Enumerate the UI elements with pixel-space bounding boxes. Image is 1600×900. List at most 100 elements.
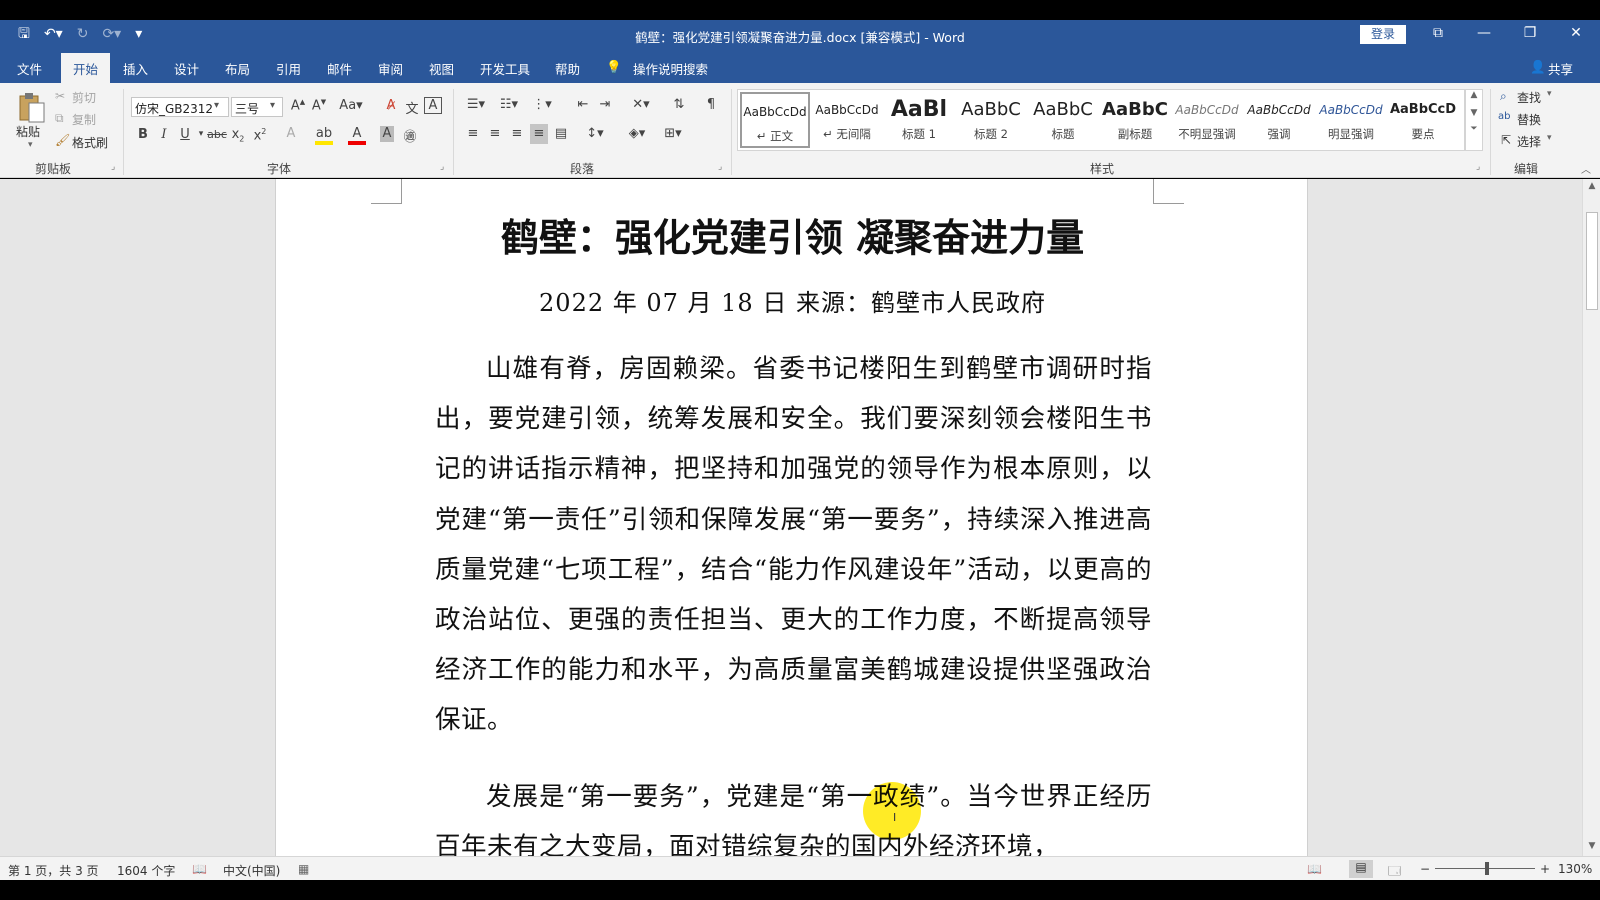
- zoom-in-button[interactable]: +: [1540, 862, 1550, 876]
- chevron-down-icon[interactable]: ▾: [1547, 89, 1552, 99]
- scroll-thumb[interactable]: [1586, 212, 1598, 310]
- bold-icon[interactable]: B: [134, 127, 152, 142]
- vertical-scrollbar[interactable]: ▲ ▼: [1582, 179, 1600, 856]
- style-subtitle[interactable]: AaBbC 副标题: [1100, 92, 1170, 148]
- share-button[interactable]: 共享: [1548, 59, 1573, 78]
- change-case-icon[interactable]: Aa▾: [338, 98, 364, 113]
- tab-review[interactable]: 审阅: [378, 59, 403, 78]
- macro-recording-icon[interactable]: ▦: [298, 862, 309, 876]
- tab-developer[interactable]: 开发工具: [480, 59, 530, 78]
- chevron-down-icon[interactable]: ▾: [1547, 133, 1552, 143]
- paste-dropdown-icon[interactable]: ▾: [28, 140, 33, 150]
- page-count[interactable]: 第 1 页，共 3 页: [8, 862, 99, 879]
- style-title[interactable]: AaBbC 标题: [1028, 92, 1098, 148]
- font-color-icon[interactable]: A: [348, 126, 366, 145]
- distributed-icon[interactable]: ▤: [552, 126, 570, 141]
- line-spacing-icon[interactable]: ↕▾: [582, 126, 608, 141]
- align-center-icon[interactable]: ≡: [486, 126, 504, 141]
- tab-view[interactable]: 视图: [429, 59, 454, 78]
- tab-file[interactable]: 文件: [17, 59, 42, 78]
- restore-icon[interactable]: ❐: [1507, 25, 1553, 41]
- paragraph-launcher-icon[interactable]: ⌟: [718, 162, 722, 172]
- subscript-icon[interactable]: x2: [229, 127, 247, 144]
- multilevel-list-icon[interactable]: ⋮▾: [530, 97, 554, 112]
- text-effects-icon[interactable]: A: [282, 126, 300, 141]
- replace-button[interactable]: 替换: [1517, 111, 1541, 128]
- styles-scroll[interactable]: ▲ ▼ ⏷: [1465, 89, 1483, 151]
- tab-layout[interactable]: 布局: [225, 59, 250, 78]
- paste-icon[interactable]: [18, 91, 46, 123]
- tab-help[interactable]: 帮助: [555, 59, 580, 78]
- style-intense-emphasis[interactable]: AaBbCcDd 明显强调: [1316, 92, 1386, 148]
- tab-design[interactable]: 设计: [174, 59, 199, 78]
- style-heading-2[interactable]: AaBbC 标题 2: [956, 92, 1026, 148]
- shading-icon[interactable]: ◈▾: [624, 126, 650, 141]
- chevron-down-icon[interactable]: ▾: [270, 100, 275, 111]
- document-page[interactable]: 鹤壁：强化党建引领 凝聚奋进力量 2022 年 07 月 18 日 来源：鹤壁市…: [275, 179, 1308, 856]
- chevron-down-icon[interactable]: ▾: [214, 100, 219, 111]
- chevron-up-icon[interactable]: ▲: [1466, 90, 1482, 100]
- style-subtle-emphasis[interactable]: AaBbCcDd 不明显强调: [1172, 92, 1242, 148]
- style-no-spacing[interactable]: AaBbCcDd ↵ 无间隔: [812, 92, 882, 148]
- scroll-up-icon[interactable]: ▲: [1583, 181, 1600, 191]
- decrease-indent-icon[interactable]: ⇤: [574, 97, 592, 112]
- minimize-icon[interactable]: —: [1461, 25, 1507, 41]
- style-sample: AaBbCcDd: [1319, 103, 1383, 117]
- numbering-icon[interactable]: ☷▾: [497, 97, 521, 112]
- zoom-out-button[interactable]: −: [1420, 862, 1430, 876]
- align-right-icon[interactable]: ≡: [508, 126, 526, 141]
- cut-button[interactable]: 剪切: [72, 89, 96, 106]
- read-mode-icon[interactable]: 📖: [1307, 862, 1322, 876]
- more-styles-icon[interactable]: ⏷: [1466, 124, 1482, 134]
- clear-formatting-icon[interactable]: A̷: [382, 98, 400, 113]
- strikethrough-icon[interactable]: abc: [206, 128, 228, 141]
- styles-launcher-icon[interactable]: ⌟: [1476, 162, 1480, 172]
- italic-icon[interactable]: I: [155, 127, 173, 142]
- proofing-icon[interactable]: 📖: [192, 862, 207, 876]
- style-heading-1[interactable]: AaBl 标题 1: [884, 92, 954, 148]
- zoom-slider-thumb[interactable]: [1485, 862, 1489, 875]
- clipboard-launcher-icon[interactable]: ⌟: [111, 162, 115, 172]
- ribbon-display-options-icon[interactable]: ⧉: [1415, 25, 1461, 41]
- sort-icon[interactable]: ⇅: [670, 97, 688, 112]
- font-launcher-icon[interactable]: ⌟: [440, 162, 444, 172]
- phonetic-guide-icon[interactable]: 文: [403, 98, 421, 117]
- collapse-ribbon-icon[interactable]: ︿: [1581, 161, 1591, 176]
- word-count[interactable]: 1604 个字: [117, 862, 175, 879]
- justify-icon[interactable]: ≡: [530, 124, 548, 144]
- scroll-down-icon[interactable]: ▼: [1583, 841, 1600, 851]
- language[interactable]: 中文(中国): [223, 862, 280, 879]
- paste-button[interactable]: 粘贴: [16, 123, 40, 140]
- tab-insert[interactable]: 插入: [123, 59, 148, 78]
- tab-references[interactable]: 引用: [276, 59, 301, 78]
- character-border-icon[interactable]: A: [424, 97, 442, 114]
- style-strong[interactable]: AaBbCcD 要点: [1388, 92, 1458, 148]
- print-layout-icon[interactable]: ▤: [1349, 860, 1373, 878]
- shrink-font-icon[interactable]: A▼: [310, 98, 328, 113]
- bullets-icon[interactable]: ☰▾: [464, 97, 488, 112]
- tab-mailings[interactable]: 邮件: [327, 59, 352, 78]
- select-button[interactable]: 选择: [1517, 133, 1541, 150]
- font-size-select[interactable]: 三号: [231, 97, 283, 117]
- show-marks-icon[interactable]: ¶: [702, 97, 720, 112]
- tab-home[interactable]: 开始: [61, 53, 111, 83]
- grow-font-icon[interactable]: A▲: [289, 98, 307, 113]
- chevron-down-icon[interactable]: ▼: [1466, 108, 1482, 118]
- align-left-icon[interactable]: ≡: [464, 126, 482, 141]
- style-normal[interactable]: AaBbCcDd ↵ 正文: [740, 92, 810, 148]
- character-shading-icon[interactable]: A: [380, 126, 394, 142]
- login-button[interactable]: 登录: [1360, 25, 1406, 44]
- borders-icon[interactable]: ⊞▾: [660, 126, 686, 141]
- style-emphasis[interactable]: AaBbCcDd 强调: [1244, 92, 1314, 148]
- highlight-color-icon[interactable]: ab: [315, 126, 333, 145]
- zoom-level[interactable]: 130%: [1558, 862, 1592, 876]
- superscript-icon[interactable]: x2: [251, 127, 269, 143]
- copy-button[interactable]: 复制: [72, 111, 96, 128]
- increase-indent-icon[interactable]: ⇥: [596, 97, 614, 112]
- enclose-characters-icon[interactable]: ㊜: [401, 126, 419, 145]
- chinese-layout-icon[interactable]: ✕▾: [628, 97, 654, 112]
- tell-me-search[interactable]: 操作说明搜索: [633, 59, 708, 78]
- close-icon[interactable]: ✕: [1553, 25, 1599, 41]
- format-painter-button[interactable]: 格式刷: [72, 134, 108, 151]
- find-button[interactable]: 查找: [1517, 89, 1541, 106]
